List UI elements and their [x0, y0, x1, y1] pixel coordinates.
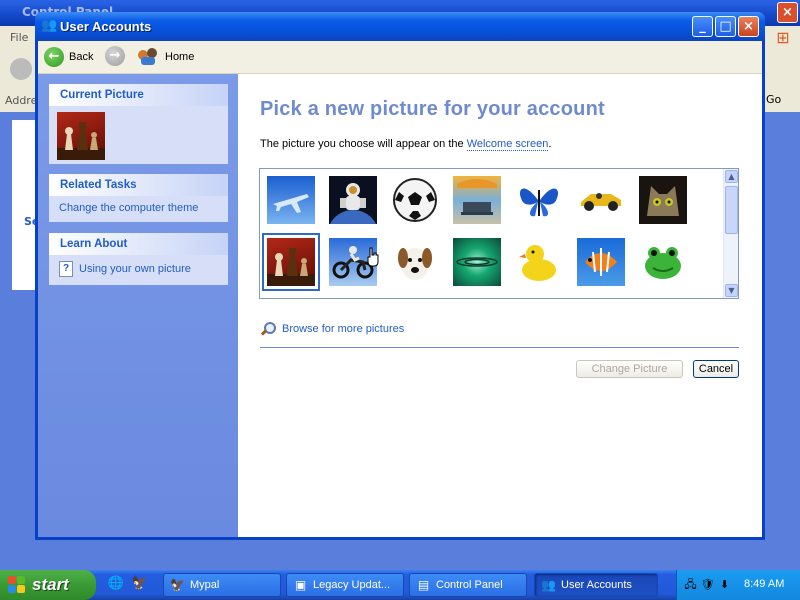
background-back-icon[interactable]	[10, 58, 32, 80]
help-document-icon: ?	[59, 261, 73, 277]
current-picture-heading: Current Picture	[49, 84, 228, 106]
magnifier-icon	[260, 321, 276, 337]
quicklaunch-browser-icon[interactable]: 🌐	[107, 576, 125, 594]
page-title: Pick a new picture for your account	[260, 98, 605, 120]
picture-drip[interactable]	[453, 238, 501, 286]
learn-about-panel: Learn About ? Using your own picture	[49, 233, 228, 285]
user-accounts-icon: 👥	[41, 18, 58, 33]
current-picture-panel: Current Picture	[49, 84, 228, 164]
windows-logo-icon: ⊞	[776, 28, 790, 47]
divider	[260, 347, 739, 348]
change-picture-button[interactable]: Change Picture	[576, 360, 683, 378]
maximize-button[interactable]: □	[715, 16, 736, 37]
picture-duck[interactable]	[515, 238, 563, 286]
background-close-button[interactable]: ×	[777, 2, 798, 23]
go-button[interactable]: Go	[766, 93, 800, 111]
task-control-panel-label: Control Panel	[436, 579, 503, 591]
home-label: Home	[165, 51, 195, 63]
quicklaunch-mypal-icon[interactable]: 🦅	[131, 576, 149, 594]
picture-dog[interactable]	[391, 238, 439, 286]
picture-race-car[interactable]	[577, 176, 625, 224]
page-description: The picture you choose will appear on th…	[260, 138, 552, 151]
control-panel-icon: ▤	[417, 577, 430, 592]
menu-file[interactable]: File	[10, 31, 28, 44]
task-legacy-update[interactable]: ▣ Legacy Updat...	[286, 573, 404, 597]
tray-shield-icon[interactable]: 🛡	[700, 577, 715, 592]
picture-gallery: ▲ ▼	[259, 168, 739, 299]
forward-button[interactable]: →	[105, 46, 125, 66]
learn-about-heading: Learn About	[49, 233, 228, 255]
back-label: Back	[69, 51, 94, 63]
picture-airplane[interactable]	[267, 176, 315, 224]
close-button[interactable]: ×	[738, 16, 759, 37]
window-icon: ▣	[294, 577, 307, 592]
picture-astronaut[interactable]	[329, 176, 377, 224]
description-suffix: .	[548, 138, 552, 150]
own-picture-label: Using your own picture	[79, 263, 191, 275]
tray-network-icon[interactable]: 🖧	[683, 577, 698, 592]
picture-cat[interactable]	[639, 176, 687, 224]
navigation-bar: ← Back → Home	[38, 41, 762, 74]
related-tasks-panel: Related Tasks Change the computer theme	[49, 174, 228, 222]
back-arrow-icon: ←	[44, 47, 64, 67]
gallery-scrollbar[interactable]: ▲ ▼	[723, 169, 738, 298]
scroll-down-arrow-icon[interactable]: ▼	[725, 284, 738, 297]
user-accounts-window: 👥 User Accounts _ □ × ← Back → Home Curr…	[35, 12, 765, 540]
user-accounts-task-icon: 👥	[541, 577, 556, 592]
scroll-up-arrow-icon[interactable]: ▲	[725, 170, 738, 183]
titlebar[interactable]: 👥 User Accounts _ □ ×	[35, 12, 765, 41]
picture-fish[interactable]	[577, 238, 625, 286]
cancel-button[interactable]: Cancel	[693, 360, 739, 378]
picture-soccer-ball[interactable]	[391, 176, 439, 224]
window-title: User Accounts	[60, 19, 152, 34]
window-content: ← Back → Home Current Picture Related Ta…	[38, 41, 762, 537]
start-button[interactable]: start	[0, 570, 96, 600]
change-theme-link[interactable]: Change the computer theme	[59, 202, 228, 214]
browse-pictures-link[interactable]: Browse for more pictures	[260, 321, 404, 337]
left-task-pane: Current Picture Related Tasks Change the…	[38, 74, 238, 537]
picture-butterfly[interactable]	[515, 176, 563, 224]
picture-frog[interactable]	[639, 238, 687, 286]
mypal-icon: 🦅	[170, 577, 185, 592]
welcome-screen-link[interactable]: Welcome screen	[466, 138, 549, 151]
task-legacy-update-label: Legacy Updat...	[313, 579, 391, 591]
users-icon	[138, 47, 160, 67]
minimize-button[interactable]: _	[692, 16, 713, 37]
main-content: Pick a new picture for your account The …	[238, 74, 762, 537]
current-picture-image	[57, 112, 105, 160]
task-mypal-label: Mypal	[190, 579, 220, 591]
task-mypal[interactable]: 🦅 Mypal	[163, 573, 281, 597]
clock[interactable]: 8:49 AM	[744, 578, 784, 590]
task-user-accounts[interactable]: 👥 User Accounts	[534, 573, 658, 597]
home-button[interactable]: Home	[138, 46, 194, 68]
hand-cursor-icon	[367, 247, 379, 267]
back-button[interactable]: ← Back	[44, 46, 93, 68]
description-prefix: The picture you choose will appear on th…	[260, 138, 467, 150]
task-control-panel[interactable]: ▤ Control Panel	[409, 573, 527, 597]
start-label: start	[32, 575, 69, 594]
tray-update-icon[interactable]: ⬇	[717, 577, 732, 592]
own-picture-help-link[interactable]: ? Using your own picture	[59, 261, 228, 277]
picture-chess[interactable]	[262, 233, 320, 291]
related-tasks-heading: Related Tasks	[49, 174, 228, 196]
windows-flag-icon	[8, 576, 26, 594]
browse-label: Browse for more pictures	[282, 323, 405, 335]
change-theme-label: Change the computer theme	[59, 202, 199, 214]
scroll-thumb[interactable]	[725, 186, 738, 234]
task-user-accounts-label: User Accounts	[561, 579, 632, 591]
picture-beach-chairs[interactable]	[453, 176, 501, 224]
